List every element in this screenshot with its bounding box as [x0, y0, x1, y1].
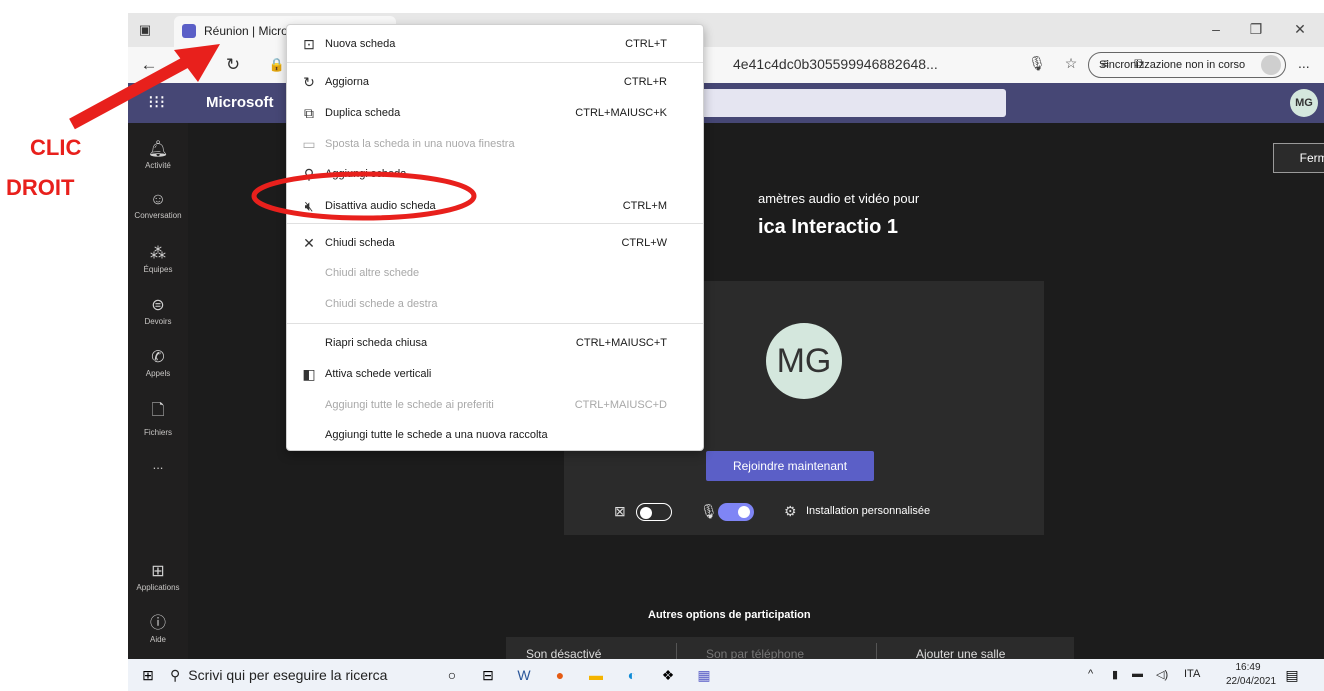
dropbox-icon[interactable]: ❖ [656, 664, 680, 686]
clock[interactable]: 16:49 22/04/2021 [1226, 661, 1277, 689]
screenshot-root: CLIC DROIT ▣ Réunion | Micros – ❐ ✕ ← ↻ … [0, 0, 1324, 691]
file-explorer-icon[interactable]: ▬ [584, 664, 608, 686]
taskbar-search[interactable]: ⚲ Scrivi qui per eseguire la ricerca [170, 662, 420, 688]
windows-start-icon[interactable]: ⊞ [136, 664, 160, 686]
notification-icon[interactable]: ▤ [1280, 664, 1304, 686]
search-placeholder: Scrivi qui per eseguire la ricerca [188, 667, 388, 683]
teams-taskbar-icon[interactable]: ▦ [692, 664, 716, 686]
search-icon: ⚲ [170, 667, 181, 683]
cortana-icon[interactable]: ○ [440, 664, 464, 686]
task-view-icon[interactable]: ⊟ [476, 664, 500, 686]
language-indicator[interactable]: ITA [1184, 668, 1200, 680]
clock-date: 22/04/2021 [1226, 676, 1277, 687]
annotation-arrow-shaft [69, 54, 193, 130]
windows-taskbar: ⊞ ⚲ Scrivi qui per eseguire la ricerca ○ … [128, 659, 1324, 691]
clock-time: 16:49 [1235, 662, 1261, 673]
volume-icon[interactable]: ◁) [1156, 668, 1168, 681]
edge-icon[interactable]: ◐ [620, 664, 644, 686]
annotation-overlay [69, 44, 477, 221]
annotation-ellipse [251, 171, 477, 221]
tray-chevron-icon[interactable]: ^ [1088, 668, 1093, 680]
tray-usb-icon: ▮ [1112, 669, 1119, 681]
firefox-icon[interactable]: ● [548, 664, 572, 686]
word-icon[interactable]: W [512, 664, 536, 686]
network-icon[interactable]: ▬ [1132, 668, 1143, 680]
